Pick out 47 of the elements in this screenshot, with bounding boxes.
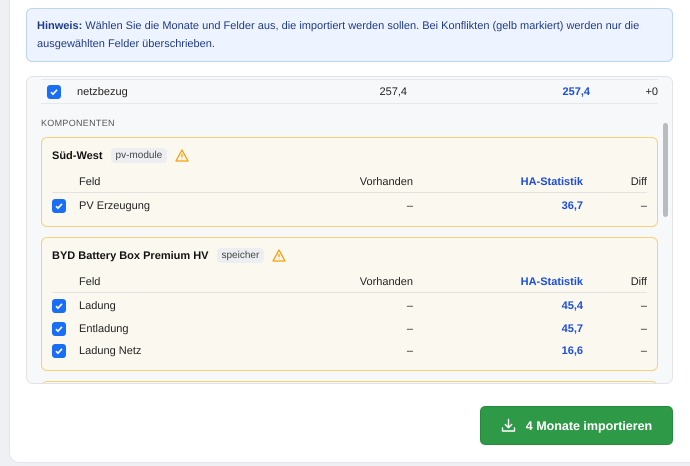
statistic-value: 45,7 (560, 323, 583, 335)
section-label: KOMPONENTEN (41, 118, 116, 128)
checkbox[interactable] (47, 84, 61, 98)
existing-value: – (406, 300, 413, 312)
check-icon (54, 324, 64, 334)
field-name: Ladung Netz (79, 345, 142, 357)
statistic-value: 36,7 (560, 200, 583, 212)
existing-value: – (406, 200, 413, 212)
statistic-value: 16,6 (560, 345, 583, 357)
field-name: Ladung (79, 300, 117, 312)
column-header: Diff (630, 176, 647, 188)
diff-value: – (640, 200, 647, 212)
existing-value: – (406, 345, 413, 357)
import-button[interactable]: 4 Monate importieren (480, 406, 673, 445)
download-icon (500, 418, 516, 433)
diff-value: – (640, 323, 647, 335)
statistic-value: 257,4 (561, 86, 590, 98)
field-name: netzbezug (77, 86, 129, 98)
column-header: Diff (630, 276, 647, 288)
diff-value: – (640, 300, 647, 312)
column-header: Feld (79, 276, 102, 288)
column-header: Vorhanden (358, 276, 413, 288)
diff-value: – (640, 345, 647, 357)
check-icon (54, 300, 64, 310)
check-icon (49, 86, 59, 96)
statistic-value: 45,4 (560, 300, 583, 312)
column-header: Vorhanden (358, 176, 413, 188)
hint-text: Hinweis: Wählen Sie die Monate und Felder aus, die importiert werden sollen. Bei Konflikten (gelb markiert) werden nur die ausgewählten Felder überschrieben. (26, 8, 673, 62)
field-name: Entladung (79, 323, 130, 335)
diff-value: +0 (644, 86, 658, 98)
check-icon (54, 200, 64, 210)
checkbox[interactable] (52, 198, 66, 212)
component-tag: pv-module (110, 148, 168, 163)
checkbox[interactable] (52, 298, 66, 312)
existing-value: 257,4 (378, 86, 407, 98)
existing-value: – (406, 323, 413, 335)
field-name: PV Erzeugung (79, 200, 151, 212)
component-name: Süd-West (52, 150, 103, 162)
checkbox[interactable] (52, 322, 66, 336)
scrollbar-thumb[interactable] (663, 123, 668, 217)
checkbox[interactable] (52, 344, 66, 358)
column-header: Feld (79, 176, 102, 188)
column-header: HA-Statistik (520, 176, 583, 188)
check-icon (54, 346, 64, 356)
component-name: BYD Battery Box Premium HV (52, 250, 208, 262)
column-header: HA-Statistik (520, 276, 583, 288)
component-tag: speicher (216, 248, 264, 263)
